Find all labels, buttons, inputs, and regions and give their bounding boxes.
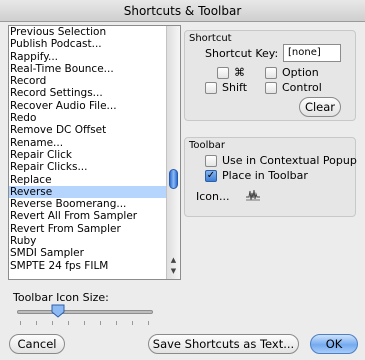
slider-tick — [84, 321, 85, 325]
cancel-button[interactable]: Cancel — [9, 334, 65, 354]
command-list-item[interactable]: Recover Audio File... — [9, 100, 168, 112]
command-list-item[interactable]: Redo — [9, 112, 168, 124]
place-in-toolbar-label: Place in Toolbar — [222, 169, 308, 182]
ok-button[interactable]: OK — [310, 334, 358, 354]
icon-size-slider-track[interactable] — [17, 310, 153, 314]
scrollbar-thumb[interactable] — [169, 169, 178, 189]
command-list[interactable]: Previous Selection Publish Podcast... Rapp… — [8, 25, 181, 280]
command-list-item[interactable]: Ruby — [9, 235, 168, 247]
control-modifier-checkbox[interactable] — [265, 82, 277, 94]
command-symbol: ⌘ — [234, 66, 245, 79]
scroll-down-arrow-icon[interactable]: ▼ — [167, 266, 180, 277]
slider-tick — [100, 321, 101, 325]
scroll-up-arrow-icon[interactable]: ▲ — [167, 255, 180, 266]
shortcut-group-title: Shortcut — [189, 33, 232, 44]
place-in-toolbar-checkbox[interactable]: ✓ — [205, 170, 217, 182]
option-label: Option — [282, 66, 319, 79]
command-modifier-checkbox[interactable] — [217, 67, 229, 79]
command-list-item[interactable]: Previous Selection — [9, 26, 168, 38]
waveform-icon — [246, 189, 260, 201]
command-list-item[interactable]: Remove DC Offset — [9, 124, 168, 136]
control-label: Control — [282, 81, 322, 94]
command-list-item[interactable]: Replace — [9, 174, 168, 186]
shortcut-key-label: Shortcut Key: — [205, 47, 279, 60]
list-scrollbar[interactable]: ▲ ▼ — [166, 26, 180, 279]
save-shortcuts-as-text-button[interactable]: Save Shortcuts as Text... — [148, 334, 299, 354]
icon-size-label: Toolbar Icon Size: — [13, 291, 109, 304]
command-list-item[interactable]: Repair Clicks... — [9, 161, 168, 173]
window-title: Shortcuts & Toolbar — [0, 0, 365, 22]
shortcut-group: Shortcut Shortcut Key: [none] ⌘ Option S… — [184, 30, 356, 121]
command-list-item[interactable]: Record Settings... — [9, 87, 168, 99]
contextual-popup-label: Use in Contextual Popup — [222, 154, 357, 167]
shortcut-key-field[interactable]: [none] — [283, 44, 341, 62]
option-modifier-checkbox[interactable] — [265, 67, 277, 79]
command-list-items: Previous Selection Publish Podcast... Rapp… — [9, 26, 168, 272]
icon-picker-button[interactable]: Icon... — [196, 190, 229, 203]
toolbar-group: Toolbar Use in Contextual Popup ✓ Place … — [184, 137, 357, 217]
command-list-item[interactable]: Reverse Boomerang... — [9, 198, 168, 210]
slider-tick — [36, 321, 37, 325]
slider-tick — [116, 321, 117, 325]
command-list-item[interactable]: Record — [9, 75, 168, 87]
command-list-item[interactable]: SMPTE 24 fps FILM — [9, 260, 168, 272]
command-list-item[interactable]: Repair Click — [9, 149, 168, 161]
command-list-item[interactable]: Revert All From Sampler — [9, 210, 168, 222]
slider-tick — [148, 321, 149, 325]
command-list-item[interactable]: Real-Time Bounce... — [9, 63, 168, 75]
icon-size-slider-knob[interactable] — [51, 304, 65, 318]
shift-modifier-checkbox[interactable] — [205, 82, 217, 94]
slider-tick — [20, 321, 21, 325]
slider-tick — [52, 321, 53, 325]
command-list-item[interactable]: Revert From Sampler — [9, 223, 168, 235]
command-list-item[interactable]: SMDI Sampler — [9, 247, 168, 259]
command-list-item[interactable]: Rappify... — [9, 51, 168, 63]
clear-button[interactable]: Clear — [299, 97, 341, 117]
toolbar-group-title: Toolbar — [189, 140, 226, 151]
slider-tick — [68, 321, 69, 325]
command-list-item[interactable]: Publish Podcast... — [9, 38, 168, 50]
shift-label: Shift — [222, 81, 248, 94]
slider-tick — [132, 321, 133, 325]
command-list-item[interactable]: Reverse — [9, 185, 168, 199]
command-list-item[interactable]: Rename... — [9, 137, 168, 149]
contextual-popup-checkbox[interactable] — [205, 155, 217, 167]
